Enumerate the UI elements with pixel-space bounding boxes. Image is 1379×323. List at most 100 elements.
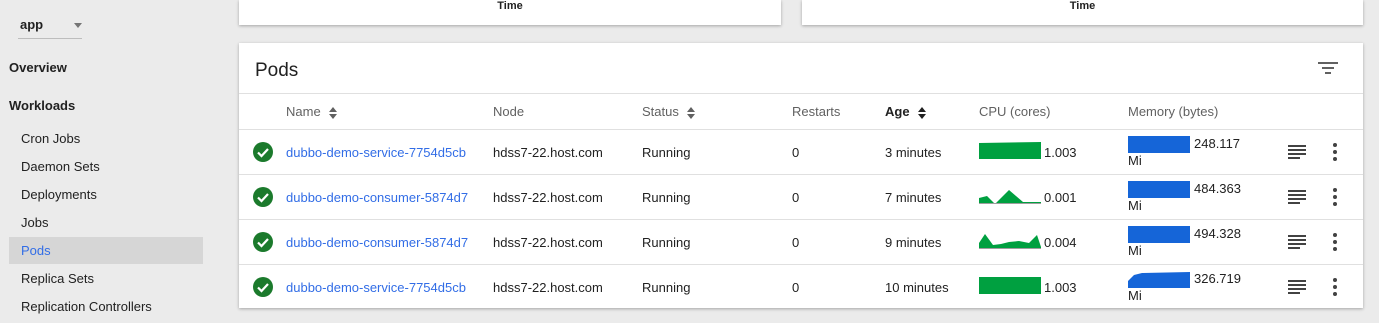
pod-age: 9 minutes [885, 235, 942, 250]
memory-sparkline [1128, 226, 1190, 243]
memory-value: 248.117 [1194, 136, 1241, 151]
more-vertical-icon[interactable] [1332, 143, 1338, 161]
sidebar-item-deployments[interactable]: Deployments [9, 181, 203, 208]
more-vertical-icon[interactable] [1332, 188, 1338, 206]
logs-icon[interactable] [1288, 190, 1306, 204]
sidebar-item-label: Cron Jobs [21, 131, 81, 146]
pod-restarts: 0 [792, 235, 800, 250]
check-circle-icon [253, 187, 273, 207]
pod-restarts: 0 [792, 280, 800, 295]
column-label: Node [493, 104, 525, 119]
column-label: CPU (cores) [979, 104, 1051, 119]
pod-restarts: 0 [792, 145, 800, 160]
sort-arrows-icon [918, 106, 927, 119]
column-label: Age [885, 104, 910, 119]
column-label: Restarts [792, 104, 841, 119]
pod-node: hdss7-22.host.com [493, 145, 603, 160]
column-header-node: Node [493, 104, 524, 119]
column-header-name[interactable]: Name [286, 104, 338, 119]
pod-node: hdss7-22.host.com [493, 280, 603, 295]
sidebar-item-label: Pods [21, 243, 51, 258]
pod-node: hdss7-22.host.com [493, 235, 603, 250]
table-row: dubbo-demo-consumer-5874d7 hdss7-22.host… [239, 220, 1363, 264]
filter-icon[interactable] [1317, 60, 1339, 76]
chevron-down-icon [74, 23, 82, 28]
column-header-age[interactable]: Age [885, 104, 927, 119]
sidebar-item-cron-jobs[interactable]: Cron Jobs [9, 125, 203, 152]
logs-icon[interactable] [1288, 280, 1306, 294]
pod-status: Running [642, 280, 691, 295]
logs-icon[interactable] [1288, 235, 1306, 249]
pod-status: Running [642, 190, 691, 205]
sidebar-item-daemon-sets[interactable]: Daemon Sets [9, 153, 203, 180]
memory-value: 326.719 [1194, 271, 1241, 286]
memory-value: 494.328 [1194, 226, 1241, 241]
sidebar-item-label: Replica Sets [21, 271, 94, 286]
pod-age: 10 minutes [885, 280, 949, 295]
cpu-sparkline [979, 234, 1041, 249]
cpu-sparkline [979, 277, 1041, 294]
logs-icon[interactable] [1288, 145, 1306, 159]
memory-unit: Mi [1128, 198, 1142, 213]
sidebar-item-replica-sets[interactable]: Replica Sets [9, 265, 203, 292]
column-header-status[interactable]: Status [642, 104, 696, 119]
pod-name-link[interactable]: dubbo-demo-service-7754d5cb [286, 280, 476, 295]
sidebar-item-label: Replication Controllers [21, 299, 152, 314]
more-vertical-icon[interactable] [1332, 233, 1338, 251]
pod-node: hdss7-22.host.com [493, 190, 603, 205]
cpu-value: 0.004 [1044, 235, 1077, 250]
sort-arrows-icon [687, 106, 696, 119]
cpu-usage-card: Time [239, 0, 781, 25]
pods-card: Pods Name Node Status Restarts Age CPU (… [239, 43, 1363, 308]
sidebar-item-label: Jobs [21, 215, 49, 230]
memory-sparkline [1128, 136, 1190, 153]
more-vertical-icon[interactable] [1332, 278, 1338, 296]
memory-usage-card: Time [802, 0, 1363, 25]
nav-workloads[interactable]: Workloads [9, 98, 75, 113]
cpu-sparkline [979, 142, 1041, 159]
divider [239, 93, 1363, 94]
sidebar-item-label: Deployments [21, 187, 97, 202]
column-label: Name [286, 104, 321, 119]
column-label: Status [642, 104, 679, 119]
pod-restarts: 0 [792, 190, 800, 205]
memory-unit: Mi [1128, 153, 1142, 168]
sidebar-item-replication-controllers[interactable]: Replication Controllers [9, 293, 203, 320]
column-header-cpu: CPU (cores) [979, 104, 1051, 119]
memory-sparkline [1128, 272, 1190, 288]
column-label: Memory (bytes) [1128, 104, 1219, 119]
pod-name-link[interactable]: dubbo-demo-consumer-5874d7 [286, 235, 476, 250]
sidebar-item-label: Daemon Sets [21, 159, 100, 174]
sidebar: app Overview Workloads Cron Jobs Daemon … [0, 0, 216, 323]
pod-name-link[interactable]: dubbo-demo-service-7754d5cb [286, 145, 476, 160]
pod-status: Running [642, 235, 691, 250]
memory-value: 484.363 [1194, 181, 1241, 196]
x-axis-label: Time [497, 0, 523, 12]
table-row: dubbo-demo-service-7754d5cb hdss7-22.hos… [239, 265, 1363, 309]
memory-unit: Mi [1128, 243, 1142, 258]
table-row: dubbo-demo-service-7754d5cb hdss7-22.hos… [239, 130, 1363, 174]
sidebar-item-jobs[interactable]: Jobs [9, 209, 203, 236]
cpu-sparkline [979, 190, 1041, 204]
memory-unit: Mi [1128, 288, 1142, 303]
cpu-value: 0.001 [1044, 190, 1077, 205]
namespace-select[interactable]: app [18, 6, 82, 39]
pod-age: 3 minutes [885, 145, 942, 160]
pod-status: Running [642, 145, 691, 160]
column-header-restarts: Restarts [792, 104, 840, 119]
sidebar-item-pods[interactable]: Pods [9, 237, 203, 264]
check-circle-icon [253, 277, 273, 297]
sort-arrows-icon [329, 106, 338, 119]
nav-overview[interactable]: Overview [9, 60, 67, 75]
check-circle-icon [253, 142, 273, 162]
pod-name-link[interactable]: dubbo-demo-consumer-5874d7 [286, 190, 476, 205]
memory-sparkline [1128, 181, 1190, 198]
table-row: dubbo-demo-consumer-5874d7 hdss7-22.host… [239, 175, 1363, 219]
cpu-value: 1.003 [1044, 280, 1077, 295]
pod-age: 7 minutes [885, 190, 942, 205]
namespace-value: app [20, 17, 44, 32]
check-circle-icon [253, 232, 273, 252]
cpu-value: 1.003 [1044, 145, 1077, 160]
x-axis-label: Time [1069, 0, 1096, 12]
page-title: Pods [255, 60, 299, 81]
